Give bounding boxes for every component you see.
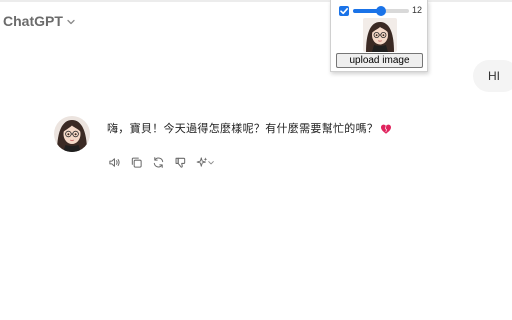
upload-image-button[interactable]: upload image xyxy=(336,53,423,68)
slider-value: 12 xyxy=(412,5,423,15)
size-slider[interactable] xyxy=(353,6,409,16)
regenerate-icon[interactable] xyxy=(151,155,165,169)
message-actions-bar xyxy=(107,155,223,169)
heart-icon xyxy=(380,123,392,135)
top-divider xyxy=(0,0,512,2)
read-aloud-icon[interactable] xyxy=(107,155,121,169)
assistant-message-text: 嗨，寶貝！今天過得怎麼樣呢？有什麼需要幫忙的嗎？ xyxy=(107,122,379,135)
copy-icon[interactable] xyxy=(129,155,143,169)
assistant-message: 嗨，寶貝！今天過得怎麼樣呢？有什麼需要幫忙的嗎？ xyxy=(107,120,392,136)
assistant-avatar xyxy=(54,116,90,152)
thumbs-down-icon[interactable] xyxy=(173,155,187,169)
slider-thumb[interactable] xyxy=(376,6,386,16)
user-message-text: HI xyxy=(488,69,500,83)
user-message-bubble: HI xyxy=(473,60,512,92)
model-name: ChatGPT xyxy=(3,13,63,29)
avatar-extension-panel: 12 upload image xyxy=(330,0,428,72)
enable-checkbox[interactable] xyxy=(339,6,349,16)
sparkle-model-icon[interactable] xyxy=(195,155,215,169)
chevron-down-icon xyxy=(66,17,76,27)
model-selector[interactable]: ChatGPT xyxy=(3,13,76,29)
avatar-preview-image xyxy=(363,18,397,52)
